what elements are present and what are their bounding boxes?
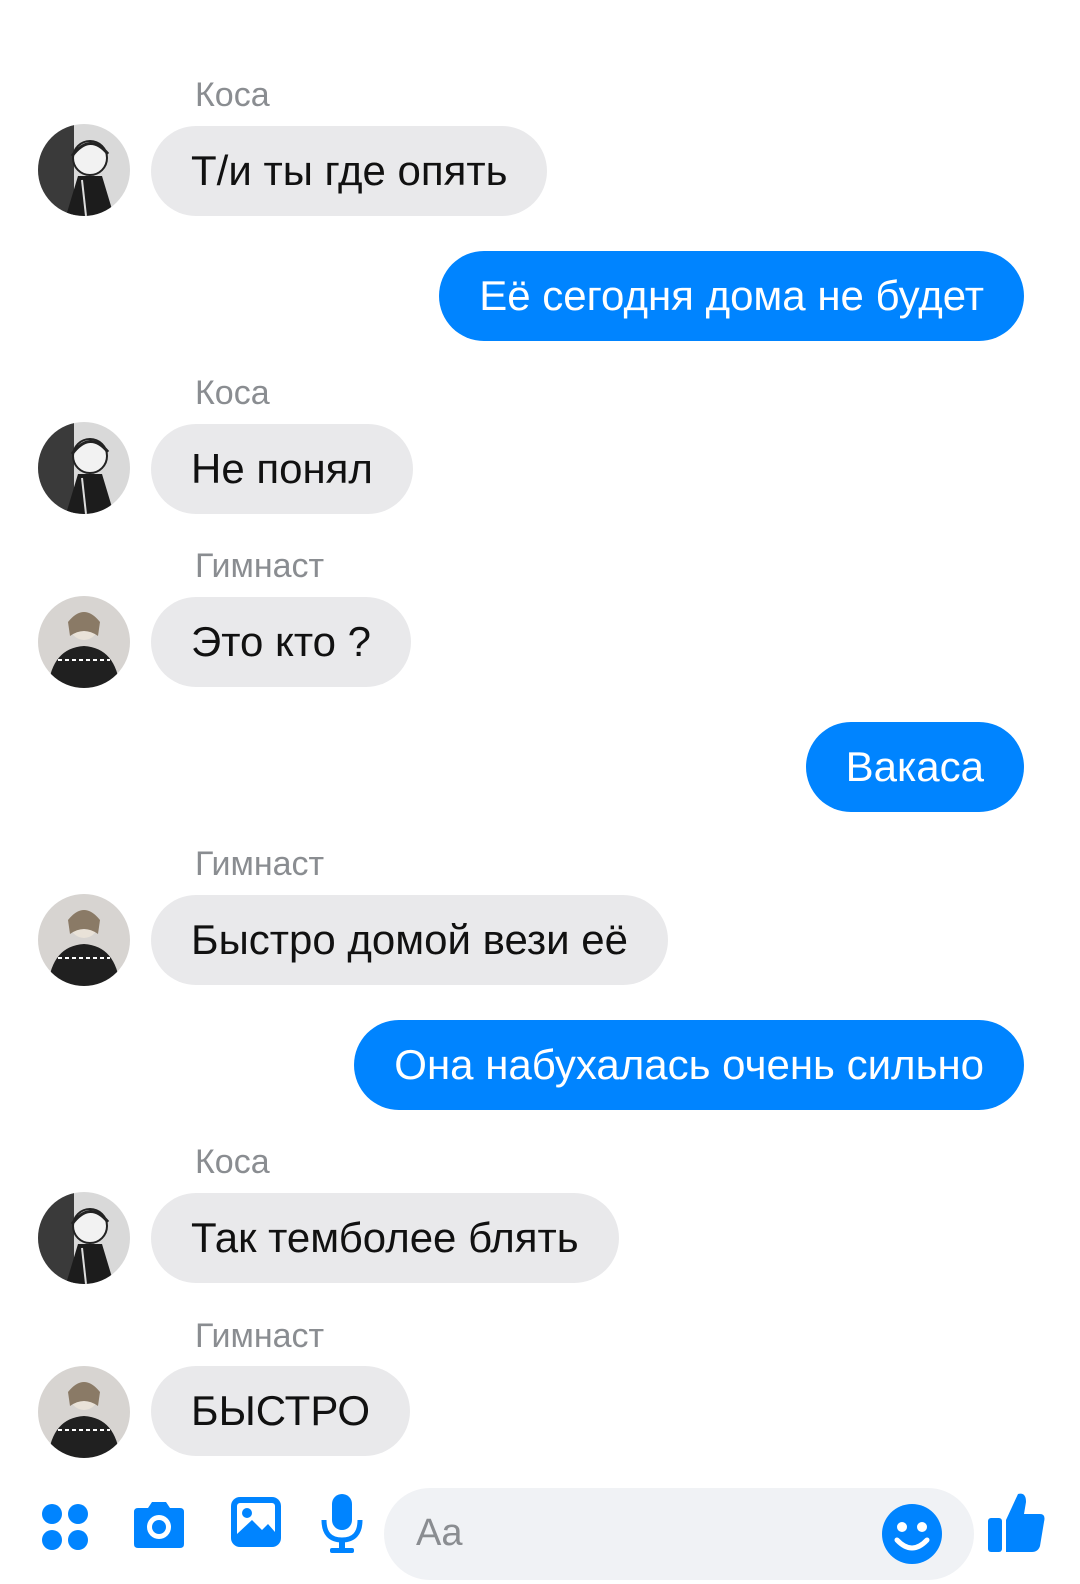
avatar-gimnast[interactable]	[38, 596, 130, 688]
menu-dots-icon[interactable]	[40, 1502, 90, 1552]
outgoing-message-bubble[interactable]: Её сегодня дома не будет	[439, 251, 1024, 341]
microphone-icon[interactable]	[320, 1492, 364, 1556]
incoming-message-bubble[interactable]: Так темболее блять	[151, 1193, 619, 1283]
sender-name: Коса	[195, 76, 270, 114]
outgoing-message-bubble[interactable]: Вакаса	[805, 722, 1024, 812]
avatar-gimnast[interactable]	[38, 1366, 130, 1458]
avatar-kosa[interactable]	[38, 124, 130, 216]
sender-name: Гимнаст	[195, 1317, 325, 1355]
sender-name: Гимнаст	[195, 845, 325, 883]
incoming-message-bubble[interactable]: БЫСТРО	[151, 1366, 411, 1456]
message-composer: Aa	[0, 1470, 1080, 1584]
outgoing-message-bubble[interactable]: Она набухалась очень сильно	[354, 1020, 1024, 1110]
incoming-message-bubble[interactable]: Это кто ?	[151, 597, 411, 687]
avatar-kosa[interactable]	[38, 1192, 130, 1284]
incoming-message-bubble[interactable]: Не понял	[151, 424, 413, 514]
avatar-gimnast[interactable]	[38, 894, 130, 986]
sender-name: Коса	[195, 1143, 270, 1181]
camera-icon[interactable]	[130, 1496, 188, 1554]
incoming-message-bubble[interactable]: Быстро домой вези её	[151, 895, 668, 985]
message-input-placeholder: Aa	[416, 1512, 463, 1554]
thumbs-up-icon[interactable]	[986, 1490, 1048, 1556]
sender-name: Коса	[195, 374, 270, 412]
message-input[interactable]: Aa	[384, 1488, 974, 1580]
avatar-kosa[interactable]	[38, 422, 130, 514]
incoming-message-bubble[interactable]: Т/и ты где опять	[151, 126, 548, 216]
sender-name: Гимнаст	[195, 547, 325, 585]
gallery-icon[interactable]	[228, 1494, 284, 1550]
emoji-icon[interactable]	[880, 1502, 944, 1566]
